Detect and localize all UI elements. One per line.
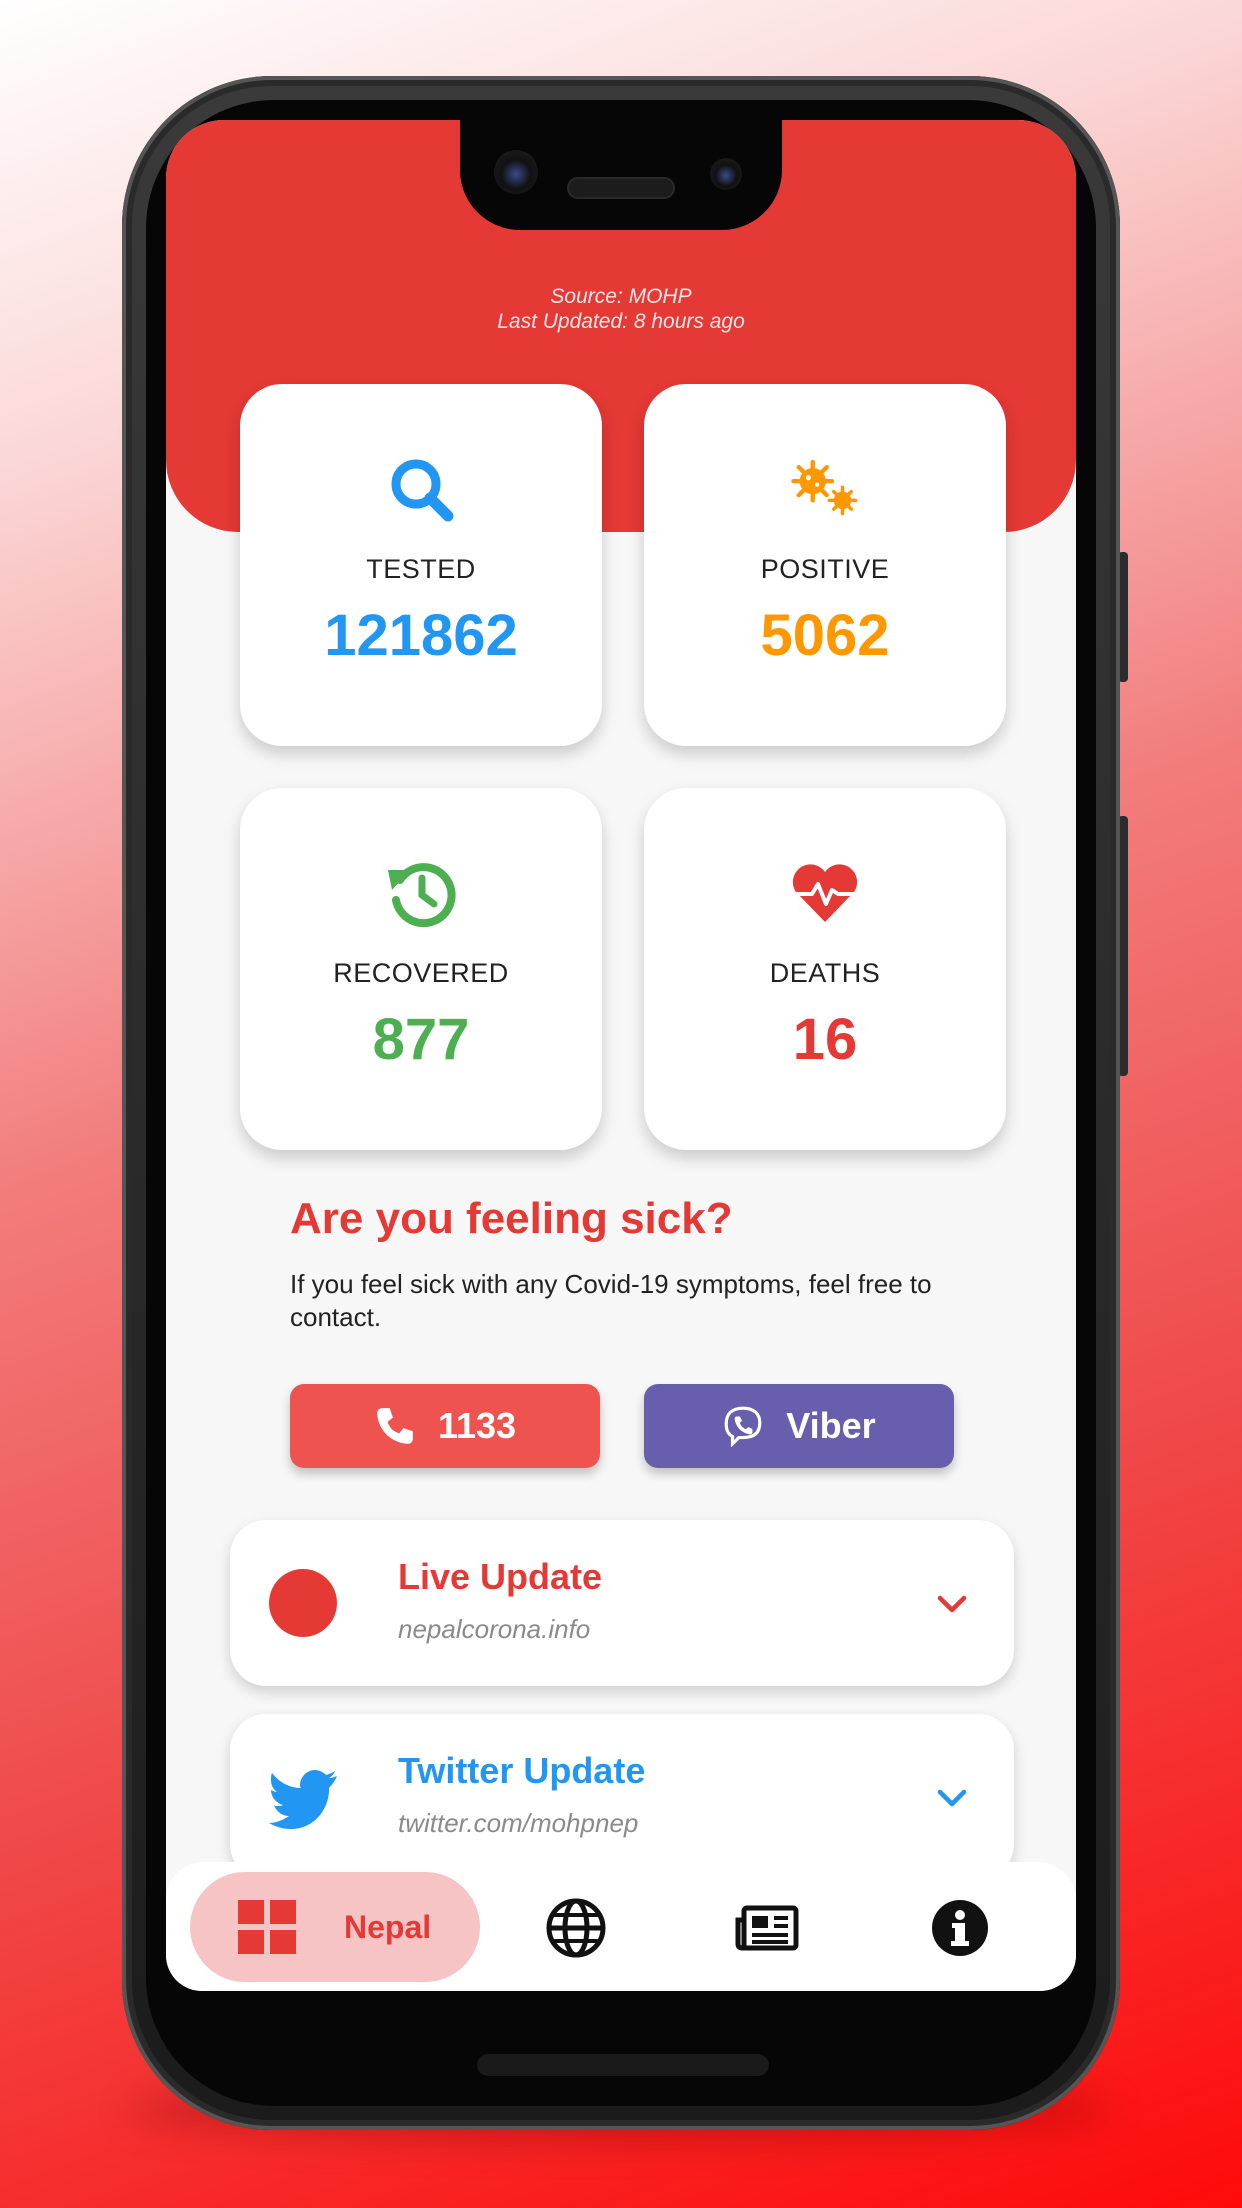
search-icon (391, 459, 454, 522)
phone-chin-speaker (477, 2054, 769, 2076)
viber-icon (724, 1406, 762, 1447)
twitter-update-title: Twitter Update (398, 1750, 646, 1791)
twitter-icon (269, 1770, 337, 1829)
stat-card-positive: POSITIVE 5062 (644, 384, 1006, 746)
twitter-update-url: twitter.com/mohpnep (398, 1808, 639, 1838)
live-update-title: Live Update (398, 1556, 603, 1597)
stat-label: POSITIVE (760, 554, 890, 584)
stat-value: 877 (372, 1007, 470, 1072)
phone-icon (377, 1408, 413, 1444)
app-screen: Source: MOHP Last Updated: 8 hours ago T… (166, 120, 1076, 1991)
front-sensor (710, 158, 742, 190)
stat-card-deaths: DEATHS 16 (644, 788, 1006, 1150)
source-label: Source: MOHP (550, 285, 692, 308)
newspaper-icon[interactable] (734, 1898, 800, 1958)
stat-value: 121862 (324, 603, 518, 668)
stat-card-tested: TESTED 121862 (240, 384, 602, 746)
source-info: Source: MOHP Last Updated: 8 hours ago (166, 284, 1076, 334)
viber-button-label: Viber (786, 1405, 876, 1446)
earpiece-speaker (567, 177, 675, 199)
stat-card-recovered: RECOVERED 877 (240, 788, 602, 1150)
last-updated-label: Last Updated: 8 hours ago (497, 310, 745, 333)
chevron-down-icon[interactable] (934, 1586, 970, 1622)
stat-value: 5062 (760, 603, 890, 668)
virus-icon (791, 459, 858, 516)
stat-label: DEATHS (769, 958, 881, 988)
sick-title: Are you feeling sick? (290, 1194, 733, 1243)
call-button[interactable]: 1133 (290, 1384, 600, 1468)
stat-label: RECOVERED (333, 958, 509, 988)
info-icon[interactable] (930, 1898, 990, 1958)
call-button-label: 1133 (437, 1405, 517, 1446)
dashboard-icon (238, 1900, 296, 1954)
nav-item-nepal[interactable]: Nepal (190, 1872, 480, 1982)
stat-value: 16 (792, 1007, 858, 1072)
stat-label: TESTED (366, 554, 476, 584)
live-dot-icon (269, 1569, 337, 1637)
live-update-url: nepalcorona.info (398, 1614, 591, 1644)
nav-item-nepal-label: Nepal (344, 1908, 432, 1945)
globe-icon[interactable] (546, 1898, 606, 1958)
bottom-navigation: Nepal (166, 1862, 1076, 1991)
live-update-card[interactable]: Live Update nepalcorona.info (230, 1520, 1014, 1686)
viber-button[interactable]: Viber (644, 1384, 954, 1468)
front-camera (494, 150, 538, 194)
chevron-down-icon[interactable] (934, 1780, 970, 1816)
twitter-update-card[interactable]: Twitter Update twitter.com/mohpnep (230, 1714, 1014, 1880)
sick-description: If you feel sick with any Covid-19 sympt… (290, 1269, 932, 1332)
history-icon (388, 863, 456, 928)
heartbeat-icon (792, 864, 858, 922)
